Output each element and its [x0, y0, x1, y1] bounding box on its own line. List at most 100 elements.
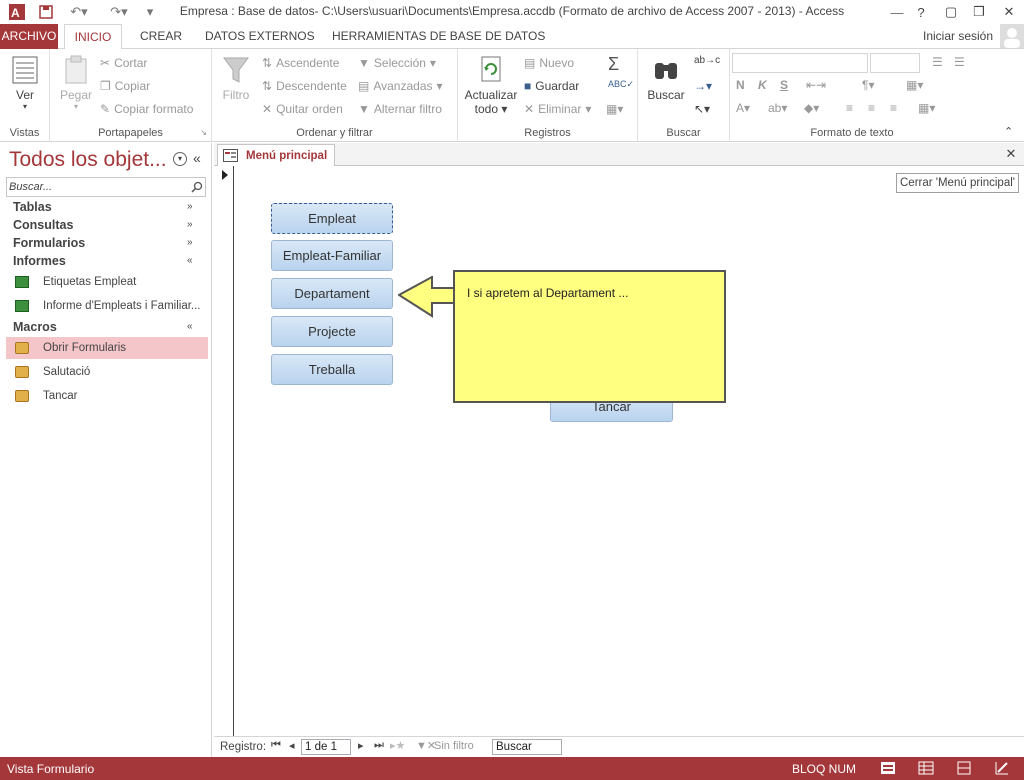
- ascending-label: Ascendente: [276, 56, 340, 70]
- refresh-label: Actualizar: [464, 88, 518, 102]
- filter-button[interactable]: Filtro: [218, 55, 254, 102]
- align-center-icon[interactable]: ≡: [868, 101, 875, 115]
- record-selector[interactable]: [214, 166, 234, 736]
- signin-link[interactable]: Iniciar sesión: [915, 24, 1001, 49]
- delete-record-button[interactable]: ✕ Eliminar ▾: [524, 102, 591, 116]
- cut-button[interactable]: ✂ Cortar: [100, 56, 147, 70]
- tab-inicio[interactable]: INICIO: [64, 24, 122, 50]
- tab-herramientas[interactable]: HERRAMIENTAS DE BASE DE DATOS: [324, 24, 553, 49]
- paste-button[interactable]: Pegar ▾: [56, 55, 96, 111]
- save-record-label: Guardar: [535, 79, 580, 93]
- save-record-button[interactable]: ■ Guardar: [524, 79, 579, 93]
- close-window-button[interactable]: ✕: [994, 0, 1024, 24]
- indent-icon[interactable]: ⇤⇥: [806, 78, 826, 92]
- fill-color-icon[interactable]: ◆▾: [804, 101, 819, 115]
- projecte-button[interactable]: Projecte: [271, 316, 393, 347]
- bold-button[interactable]: N: [736, 78, 745, 92]
- copy-button[interactable]: ❐ Copiar: [100, 79, 150, 93]
- replace-icon[interactable]: ab→c: [694, 55, 720, 66]
- italic-button[interactable]: K: [758, 78, 767, 92]
- underline-button[interactable]: S: [780, 78, 788, 92]
- collapse-icon[interactable]: «: [187, 321, 193, 332]
- layout-view-icon[interactable]: [956, 760, 972, 776]
- empleat-familiar-button[interactable]: Empleat-Familiar: [271, 240, 393, 271]
- align-left-icon[interactable]: ≡: [846, 101, 853, 115]
- ascending-button[interactable]: ⇅ Ascendente: [262, 56, 339, 70]
- selection-icon: ▼: [358, 56, 370, 70]
- goto-icon[interactable]: →▾: [694, 79, 712, 93]
- select-icon[interactable]: ↖▾: [694, 102, 710, 116]
- ribbon-display-icon[interactable]: ▢: [936, 0, 966, 24]
- form-view-icon[interactable]: [880, 760, 896, 776]
- prev-record-icon[interactable]: ◂: [289, 739, 295, 752]
- restore-button[interactable]: ❒: [964, 0, 994, 24]
- list-item[interactable]: Tancar: [6, 385, 208, 407]
- nav-menu-icon[interactable]: ▾: [173, 152, 187, 166]
- list-icon[interactable]: ☰: [932, 55, 943, 69]
- group-label-portapapeles: Portapapeles: [98, 127, 163, 139]
- treballa-button[interactable]: Treballa: [271, 354, 393, 385]
- tab-menu-principal[interactable]: Menú principal: [217, 144, 335, 166]
- new-record-button[interactable]: ▤ Nuevo: [524, 56, 574, 70]
- font-name-select[interactable]: [732, 53, 868, 73]
- datasheet-view-icon[interactable]: [918, 760, 934, 776]
- first-record-icon[interactable]: ⏮: [271, 739, 281, 752]
- descending-button[interactable]: ⇅ Descendente: [262, 79, 347, 93]
- tab-crear[interactable]: CREAR: [132, 24, 190, 49]
- collapse-ribbon-icon[interactable]: ⌃: [1004, 125, 1013, 138]
- category-macros[interactable]: Macros: [13, 320, 57, 334]
- departament-button[interactable]: Departament: [271, 278, 393, 309]
- category-informes[interactable]: Informes: [13, 254, 66, 268]
- view-icon: [12, 56, 38, 84]
- filter-status[interactable]: Sin filtro: [434, 740, 474, 752]
- format-painter-button[interactable]: ✎ Copiar formato: [100, 102, 193, 116]
- collapse-icon[interactable]: «: [187, 255, 193, 266]
- tab-datos-externos[interactable]: DATOS EXTERNOS: [197, 24, 323, 49]
- expand-icon[interactable]: »: [187, 201, 193, 212]
- spelling-icon[interactable]: ABC✓: [608, 79, 634, 90]
- record-search-input[interactable]: Buscar: [492, 739, 562, 755]
- selection-button[interactable]: ▼ Selección ▾: [358, 56, 436, 70]
- gridlines-icon[interactable]: ▦▾: [906, 78, 923, 92]
- dialog-launcher-icon[interactable]: ↘: [200, 128, 207, 137]
- nav-search-input[interactable]: Buscar...: [6, 177, 206, 197]
- ribbon-tabs: ARCHIVO INICIO CREAR DATOS EXTERNOS HERR…: [0, 24, 1024, 50]
- expand-icon[interactable]: »: [187, 237, 193, 248]
- design-view-icon[interactable]: [994, 760, 1010, 776]
- align-right-icon[interactable]: ≡: [890, 101, 897, 115]
- category-consultas[interactable]: Consultas: [13, 218, 73, 232]
- font-color-icon[interactable]: A▾: [736, 101, 750, 115]
- tab-archivo[interactable]: ARCHIVO: [0, 24, 58, 49]
- highlight-icon[interactable]: ab▾: [768, 101, 787, 115]
- expand-icon[interactable]: »: [187, 219, 193, 230]
- next-record-icon[interactable]: ▸: [358, 739, 364, 752]
- alt-row-color-icon[interactable]: ▦▾: [918, 101, 935, 115]
- advanced-button[interactable]: ▤ Avanzadas ▾: [358, 79, 443, 93]
- numbered-list-icon[interactable]: ☰: [954, 55, 965, 69]
- avatar[interactable]: [1000, 24, 1024, 48]
- paragraph-icon[interactable]: ¶▾: [862, 78, 874, 92]
- refresh-all-button[interactable]: Actualizar todo ▾: [462, 55, 520, 116]
- tooltip: Cerrar 'Menú principal': [896, 173, 1019, 193]
- totals-icon[interactable]: Σ: [608, 54, 619, 75]
- list-item[interactable]: Obrir Formularis: [6, 337, 208, 359]
- category-formularios[interactable]: Formularios: [13, 236, 85, 250]
- last-record-icon[interactable]: ⏭: [374, 739, 384, 752]
- record-position-input[interactable]: 1 de 1: [301, 739, 351, 755]
- minimize-button[interactable]: —: [882, 0, 912, 24]
- category-tablas[interactable]: Tablas: [13, 200, 52, 214]
- collapse-nav-icon[interactable]: «: [193, 150, 201, 166]
- more-records-icon[interactable]: ▦▾: [606, 102, 623, 116]
- nav-header[interactable]: Todos los objet...: [9, 148, 167, 172]
- empleat-button[interactable]: Empleat: [271, 203, 393, 234]
- find-button[interactable]: Buscar: [644, 55, 688, 102]
- toggle-filter-button[interactable]: ▼ Alternar filtro: [358, 102, 442, 116]
- list-item[interactable]: Etiquetas Empleat: [6, 271, 208, 293]
- list-item[interactable]: Informe d'Empleats i Familiar...: [6, 295, 208, 317]
- font-size-select[interactable]: [870, 53, 920, 73]
- list-item[interactable]: Salutació: [6, 361, 208, 383]
- close-icon[interactable]: ✕: [1000, 143, 1022, 165]
- new-record-nav-icon[interactable]: ▸★: [390, 739, 405, 752]
- clear-sort-button[interactable]: ✕ Quitar orden: [262, 102, 343, 116]
- view-button[interactable]: Ver ▾: [8, 55, 42, 111]
